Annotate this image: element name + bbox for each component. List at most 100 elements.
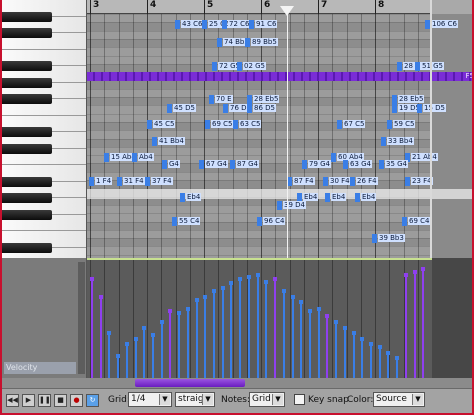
midi-note[interactable]: 69 C5 [205,120,234,129]
loop-button[interactable]: ↻ [86,394,99,407]
velocity-stem[interactable] [368,342,373,378]
midi-note[interactable]: 87 G4 [230,160,260,169]
midi-note[interactable]: 45 C5 [147,120,176,129]
velocity-stem[interactable] [116,353,121,378]
velocity-stem[interactable] [124,342,129,378]
midi-note[interactable]: 02 G5 [237,62,267,71]
velocity-lane-label[interactable]: Velocity [4,362,76,374]
stop-button[interactable]: ■ [54,394,67,407]
velocity-stem[interactable] [133,336,138,378]
black-key[interactable] [2,176,52,187]
midi-note[interactable]: 55 C4 [172,217,201,226]
black-key[interactable] [2,193,52,203]
velocity-stem[interactable] [299,299,304,378]
velocity-stem[interactable] [307,308,312,378]
velocity-stem[interactable] [255,272,260,378]
midi-note[interactable]: 21 Ab4 [405,153,438,162]
midi-note[interactable]: 59 C5 [387,120,416,129]
midi-note[interactable]: Eb4 [180,193,202,202]
velocity-stem[interactable] [220,286,225,378]
velocity-stem[interactable] [325,314,330,378]
rewind-button[interactable]: ◀◀ [6,394,19,407]
midi-note[interactable]: 63 C5 [233,120,262,129]
velocity-stem[interactable] [159,320,164,378]
horizontal-scrollbar[interactable] [90,378,472,388]
midi-note[interactable]: Ab4 [132,153,154,162]
playhead-handle[interactable] [280,6,294,16]
midi-note[interactable]: 69 C4 [402,217,431,226]
velocity-stem[interactable] [98,295,103,378]
velocity-stem[interactable] [395,355,400,378]
midi-note[interactable]: 33 Bb4 [381,137,414,146]
midi-note[interactable]: 63 G4 [343,160,373,169]
midi-note[interactable]: 43 C6 [175,20,204,29]
midi-note[interactable]: 70 E [209,95,233,104]
velocity-scrollbar[interactable] [78,262,85,374]
velocity-stem[interactable] [90,277,94,378]
midi-note[interactable]: 89 Bb5 [245,38,278,47]
black-key[interactable] [2,77,52,88]
velocity-stem[interactable] [212,288,217,378]
midi-note[interactable]: 87 F4 [287,177,315,186]
play-button[interactable]: ▶ [22,394,35,407]
midi-note[interactable]: 35 G4 [379,160,409,169]
midi-note[interactable]: 31 F4 [117,177,145,186]
velocity-stem[interactable] [168,308,173,378]
midi-note[interactable]: G4 [162,160,180,169]
black-key[interactable] [2,61,52,71]
color-select[interactable]: Source ▼ [373,392,425,407]
velocity-stem[interactable] [334,320,339,378]
black-key[interactable] [2,209,52,220]
midi-note[interactable]: 26 F4 [350,177,378,186]
velocity-stem[interactable] [151,333,156,378]
horizontal-scroll-thumb[interactable] [135,379,245,387]
midi-note[interactable]: 28 Eb5 [247,95,280,104]
midi-note[interactable]: 96 C4 [257,217,286,226]
midi-note[interactable]: 79 G4 [302,160,332,169]
velocity-stem[interactable] [203,295,208,378]
black-key[interactable] [2,242,52,253]
velocity-stem[interactable] [351,331,356,378]
velocity-stem[interactable] [290,295,295,378]
black-key[interactable] [2,11,52,22]
black-key[interactable] [2,28,52,38]
velocity-stem[interactable] [377,344,382,378]
velocity-lane[interactable] [87,258,432,378]
midi-note[interactable]: Eb4 [355,193,377,202]
velocity-stem[interactable] [421,267,426,378]
midi-note[interactable]: 1 F4 [89,177,113,186]
velocity-stem[interactable] [360,336,365,378]
key-snap-checkbox[interactable] [294,394,305,405]
velocity-stem[interactable] [316,306,321,378]
midi-note[interactable]: 30 F4 [323,177,351,186]
velocity-stem[interactable] [185,306,190,378]
velocity-stem[interactable] [273,277,278,378]
velocity-stem[interactable] [403,272,408,378]
midi-note[interactable]: 39 Bb3 [372,234,405,243]
velocity-stem[interactable] [342,325,347,378]
pause-button[interactable]: ❚❚ [38,394,51,407]
velocity-stem[interactable] [412,269,417,378]
black-key[interactable] [2,127,52,137]
black-key[interactable] [2,94,52,104]
midi-note[interactable]: Eb4 [325,193,347,202]
velocity-stem[interactable] [386,351,391,378]
midi-note[interactable]: 86 D5 [247,104,276,113]
velocity-stem[interactable] [229,280,234,378]
velocity-stem[interactable] [246,275,251,378]
midi-note[interactable]: 45 D5 [167,104,196,113]
velocity-stem[interactable] [107,331,112,378]
grid-select[interactable]: 1/4 ▼ [128,392,172,407]
midi-note[interactable]: 72 C6 [222,20,251,29]
midi-note[interactable]: 67 C5 [337,120,366,129]
midi-note[interactable]: 67 G4 [199,160,229,169]
velocity-stem[interactable] [194,297,199,378]
midi-note[interactable]: 41 Bb4 [152,137,185,146]
piano-keyboard[interactable] [2,0,87,258]
grid-mode-select[interactable]: straight ▼ [175,392,215,407]
record-button[interactable]: ● [70,394,83,407]
midi-note[interactable]: 39 D4 [277,201,306,210]
black-key[interactable] [2,143,52,154]
velocity-stem[interactable] [281,288,286,378]
velocity-stem[interactable] [264,279,269,378]
